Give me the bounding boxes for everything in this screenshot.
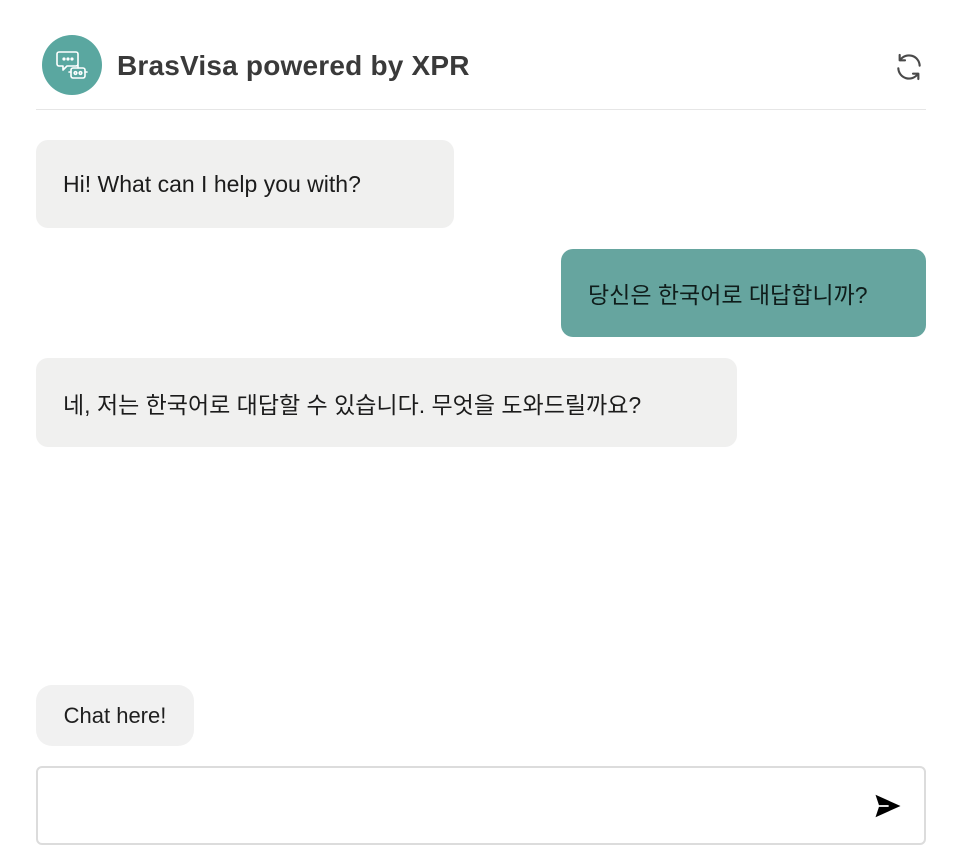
chat-hint-label: Chat here!: [63, 702, 167, 728]
chat-header: BrasVisa powered by XPR: [36, 28, 926, 110]
refresh-icon: [897, 53, 921, 81]
chat-bot-icon: [42, 35, 102, 95]
message-text: 당신은 한국어로 대답합니까?: [588, 282, 868, 308]
send-button[interactable]: [872, 790, 904, 822]
message-input[interactable]: [54, 768, 858, 845]
bot-message: 네, 저는 한국어로 대답할 수 있습니다. 무엇을 도와드릴까요?: [36, 358, 737, 447]
send-icon: [875, 794, 901, 818]
message-text: 네, 저는 한국어로 대답할 수 있습니다. 무엇을 도와드릴까요?: [63, 391, 642, 418]
message-composer: [36, 766, 926, 845]
bot-message: Hi! What can I help you with?: [36, 140, 454, 228]
message-text: Hi! What can I help you with?: [63, 170, 361, 197]
chat-hint-chip: Chat here!: [36, 685, 194, 746]
refresh-button[interactable]: [892, 50, 926, 84]
user-message: 당신은 한국어로 대답합니까?: [561, 249, 926, 337]
chat-title: BrasVisa powered by XPR: [117, 50, 470, 81]
